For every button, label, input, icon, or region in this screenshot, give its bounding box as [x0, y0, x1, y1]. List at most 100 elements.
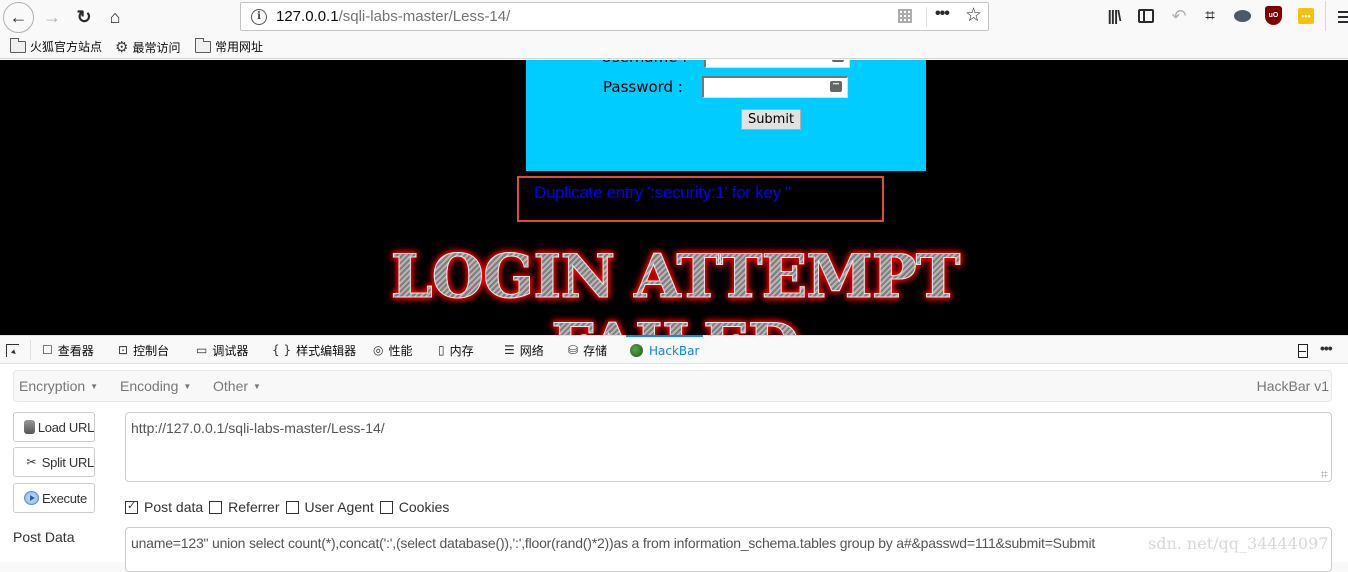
menu-encoding[interactable]: Encoding ▼	[120, 378, 191, 394]
tab-label: 网络	[519, 343, 544, 358]
load-icon	[24, 420, 35, 434]
caret-down-icon: ▼	[183, 382, 192, 391]
watermark: sdn. net/qq_34444097	[1148, 534, 1329, 553]
tab-performance[interactable]: ◎ 性能	[373, 336, 413, 364]
back-button[interactable]: ←	[3, 2, 34, 33]
tab-inspector[interactable]: ☐ 查看器	[42, 336, 94, 364]
network-icon: ☰	[504, 343, 515, 357]
hackbar-version: HackBar v1	[1256, 378, 1329, 394]
folder-icon	[195, 37, 211, 53]
post-data-label: Post Data	[13, 529, 75, 545]
bookmark-item[interactable]: ⚙ 最常访问	[115, 38, 180, 56]
console-icon: ⊡	[118, 343, 129, 357]
url-bar[interactable]: i 127.0.0.1/sqli-labs-master/Less-14/ ••…	[240, 2, 989, 31]
memory-icon: ▯	[438, 343, 445, 357]
password-manager-icon[interactable]: •••	[830, 81, 842, 92]
password-label: Password :	[603, 78, 683, 96]
bookmark-item[interactable]: 常用网址	[195, 37, 263, 55]
username-label: Username :	[601, 60, 687, 66]
site-info-icon[interactable]: i	[251, 8, 267, 25]
devtools-tabbar: ☐查看器 ⊡控制台 ▭调试器 { }样式编辑器 ◎性能 ▯内存 ☰网络 ⛁存储 …	[0, 335, 1348, 364]
forward-icon: →	[43, 6, 61, 27]
storage-icon: ⛁	[568, 343, 579, 357]
tab-storage[interactable]: ⛁ 存储	[568, 336, 607, 364]
menu-encryption[interactable]: Encryption ▼	[19, 378, 98, 394]
caret-down-icon: ▼	[90, 382, 99, 391]
reload-button[interactable]: ↻	[70, 3, 98, 31]
password-manager-icon[interactable]: •••	[832, 60, 844, 62]
button-label: Execute	[42, 490, 87, 506]
qr-code-icon[interactable]	[898, 9, 912, 23]
bookmark-item[interactable]: 火狐官方站点	[10, 37, 103, 55]
forward-button[interactable]: →	[38, 3, 66, 31]
tab-style-editor[interactable]: { } 样式编辑器	[272, 336, 356, 364]
tab-network[interactable]: ☰ 网络	[504, 336, 544, 364]
chat-icon[interactable]	[1233, 6, 1251, 26]
post-data-checkbox[interactable]	[125, 499, 138, 514]
hackbar-icon	[630, 344, 643, 357]
password-input[interactable]: •••	[702, 76, 848, 98]
submit-button[interactable]: Submit	[741, 109, 801, 130]
tab-label: 性能	[388, 343, 413, 358]
post-data-value: uname=123" union select count(*),concat(…	[131, 535, 1096, 551]
error-message: Duplicate entry ':security:1' for key ''	[534, 183, 792, 202]
home-button[interactable]: ⌂	[101, 3, 129, 31]
option-checkboxes: Post data Referrer User Agent Cookies	[125, 499, 455, 515]
username-input[interactable]: •••	[704, 60, 850, 68]
devtools-more-icon[interactable]: •••	[1320, 340, 1333, 356]
sidebar-icon[interactable]	[1138, 9, 1154, 23]
url-bar-divider	[926, 7, 927, 27]
crop-icon[interactable]: ⌗	[1201, 6, 1219, 26]
toolbar-divider	[1325, 1, 1326, 31]
tab-label: 控制台	[133, 343, 170, 358]
menu-label: Encryption	[19, 378, 86, 394]
folder-icon	[10, 37, 26, 53]
user-agent-checkbox[interactable]	[285, 500, 299, 514]
gear-icon: ⚙	[115, 38, 129, 56]
tab-console[interactable]: ⊡ 控制台	[118, 336, 169, 364]
tab-label: 调试器	[212, 343, 249, 358]
resize-grip-icon[interactable]	[1321, 471, 1328, 478]
caret-down-icon: ▼	[253, 382, 261, 391]
bookmark-star-icon[interactable]: ☆	[965, 4, 982, 27]
url-text[interactable]: 127.0.0.1/sqli-labs-master/Less-14/	[276, 8, 510, 25]
page-content: Username : ••• Password : ••• Submit Dup…	[0, 60, 1348, 335]
button-label: Load URL	[37, 419, 94, 435]
tab-label: 存储	[583, 343, 608, 358]
tab-label: 样式编辑器	[296, 343, 357, 358]
navigation-toolbar: ← → ↻ ⌂ i 127.0.0.1/sqli-labs-master/Les…	[0, 0, 1348, 34]
tab-hackbar[interactable]: HackBar	[626, 335, 704, 364]
menu-other[interactable]: Other ▼	[213, 378, 261, 394]
load-url-button[interactable]: Load URL	[13, 412, 95, 442]
referrer-checkbox[interactable]	[209, 500, 223, 514]
performance-icon: ◎	[373, 343, 384, 357]
home-icon: ⌂	[109, 6, 121, 27]
checkbox-label: Cookies	[398, 499, 450, 515]
tab-debugger[interactable]: ▭ 调试器	[196, 336, 248, 364]
url-host: 127.0.0.1	[276, 8, 339, 25]
element-picker-icon[interactable]	[6, 344, 19, 357]
button-label: Split URL	[41, 454, 95, 470]
bookmark-label: 火狐官方站点	[30, 40, 103, 54]
inspector-icon: ☐	[42, 343, 53, 357]
extension-icon[interactable]: •••	[1298, 8, 1314, 24]
library-icon[interactable]: |||\	[1105, 6, 1123, 26]
url-textarea[interactable]: http://127.0.0.1/sqli-labs-master/Less-1…	[125, 412, 1332, 482]
play-icon	[24, 491, 39, 505]
undo-icon[interactable]: ↶	[1170, 6, 1188, 26]
cookies-checkbox[interactable]	[379, 500, 393, 514]
url-value: http://127.0.0.1/sqli-labs-master/Less-1…	[131, 420, 385, 436]
ublock-icon[interactable]: uO	[1265, 6, 1282, 25]
debugger-icon: ▭	[196, 343, 208, 357]
split-url-button[interactable]: ✂ Split URL	[13, 447, 95, 477]
checkbox-label: Post data	[144, 499, 204, 515]
login-failed-banner-line2: FAILED	[350, 316, 1000, 336]
hamburger-menu-icon[interactable]	[1338, 11, 1348, 23]
dock-side-icon[interactable]	[1298, 344, 1308, 358]
login-form: Username : ••• Password : ••• Submit	[526, 60, 926, 171]
devtools-divider	[30, 340, 31, 360]
page-actions-icon[interactable]: •••	[935, 5, 950, 23]
tab-memory[interactable]: ▯ 内存	[438, 336, 474, 364]
url-path: /sqli-labs-master/Less-14/	[338, 8, 511, 25]
execute-button[interactable]: Execute	[13, 483, 95, 513]
